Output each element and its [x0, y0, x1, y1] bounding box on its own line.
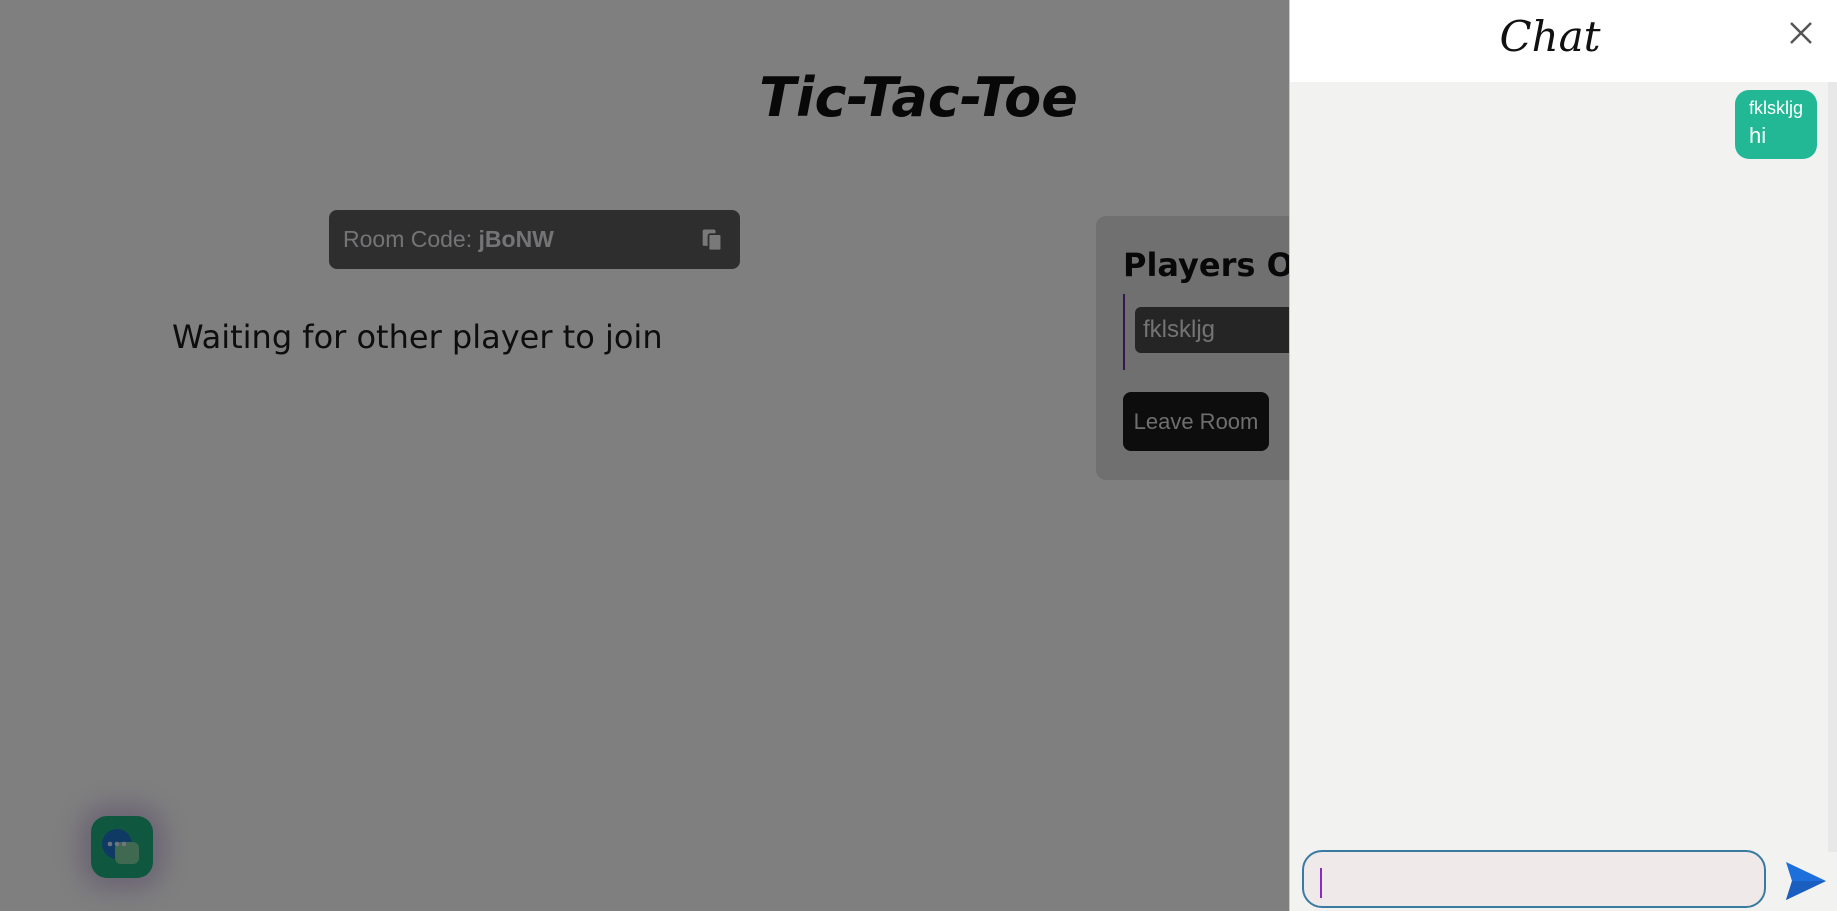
chat-message-user: fklskljg — [1748, 98, 1803, 118]
chat-message-input[interactable] — [1302, 850, 1766, 908]
chat-scrollbar[interactable] — [1828, 82, 1837, 852]
chat-header: Chat — [1290, 0, 1837, 82]
chat-drawer: Chat fklskljg hi — [1289, 0, 1837, 911]
send-icon[interactable] — [1782, 858, 1828, 904]
chat-message-text: hi — [1748, 123, 1767, 148]
text-caret — [1320, 868, 1322, 898]
close-icon[interactable] — [1784, 16, 1818, 50]
chat-message: fklskljg hi — [1734, 90, 1817, 159]
chat-title: Chat — [1499, 12, 1601, 61]
